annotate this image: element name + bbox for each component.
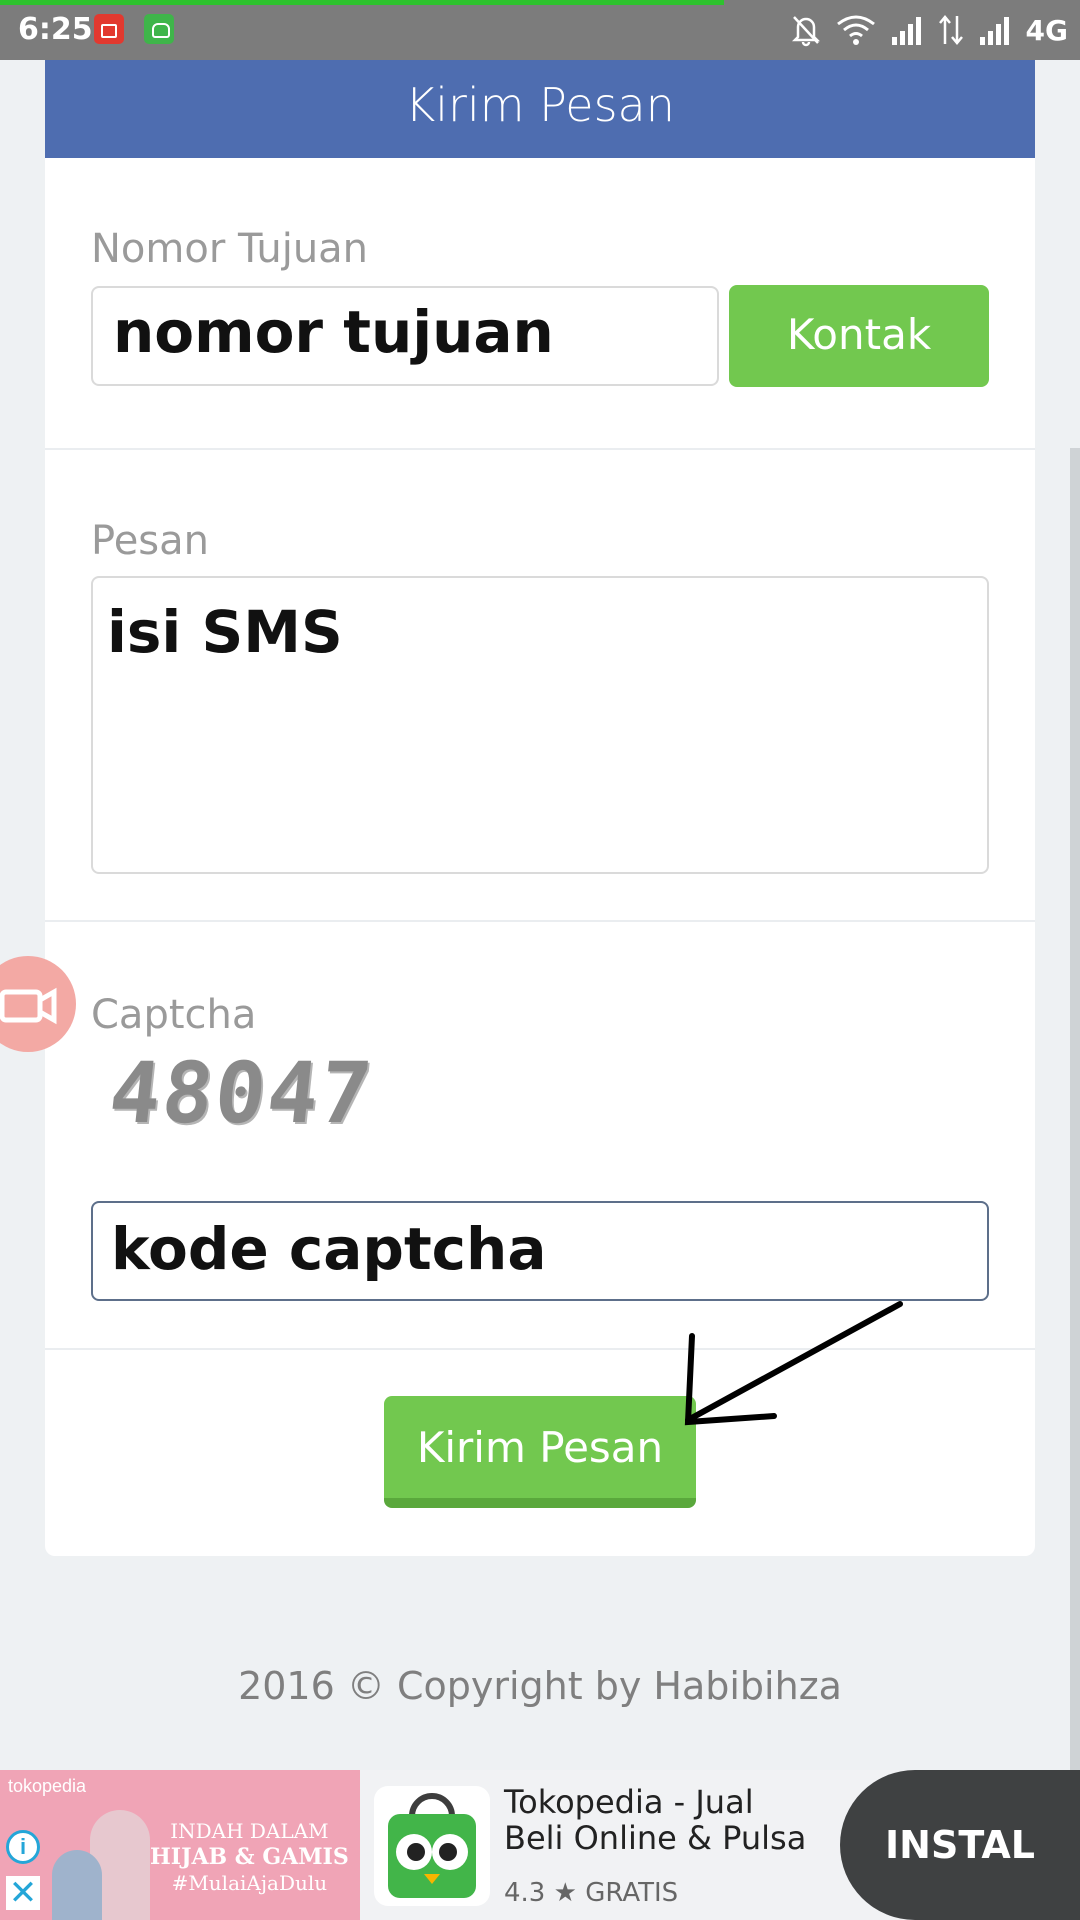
ad-price: GRATIS <box>585 1878 679 1908</box>
signal-icon-sim1 <box>891 17 921 45</box>
signal-icon-sim2 <box>979 17 1009 45</box>
ad-model-figure <box>52 1850 102 1920</box>
ad-rating: 4.3 ★ GRATIS <box>504 1878 678 1908</box>
ad-rating-value: 4.3 <box>504 1878 546 1908</box>
screen-recorder-notification-icon <box>94 14 124 44</box>
ad-close-icon[interactable]: ✕ <box>6 1876 40 1910</box>
annotation-arrow <box>684 1301 903 1426</box>
form-header-title: Kirim Pesan <box>45 60 1035 158</box>
status-icons: 4G <box>790 12 1068 48</box>
status-time: 6:25 <box>18 12 93 47</box>
captcha-label: Captcha <box>91 992 257 1038</box>
ad-title-line1: Tokopedia - Jual <box>504 1783 754 1821</box>
star-icon: ★ <box>553 1878 577 1908</box>
tokopedia-app-icon[interactable] <box>374 1786 490 1906</box>
status-bar: 6:25 4G <box>0 0 1080 60</box>
app-notification-icon <box>144 14 174 44</box>
ad-image-brand: tokopedia <box>8 1776 87 1796</box>
captcha-image: 48047 <box>104 1044 379 1142</box>
muted-bell-icon <box>791 16 820 47</box>
ad-info-icon[interactable]: i <box>6 1830 40 1864</box>
ad-image-promo: INDAH DALAM HIJAB & GAMIS #MulaiAjaDulu <box>150 1818 349 1896</box>
wifi-icon <box>836 15 875 45</box>
network-type: 4G <box>1025 13 1068 47</box>
contact-button[interactable]: Kontak <box>729 285 989 387</box>
data-transfer-icon <box>938 15 963 45</box>
message-textarea[interactable]: isi SMS <box>91 576 989 874</box>
ad-banner[interactable]: tokopedia INDAH DALAM HIJAB & GAMIS #Mul… <box>0 1770 1080 1920</box>
recipient-label: Nomor Tujuan <box>91 226 369 272</box>
message-label: Pesan <box>91 518 210 564</box>
ad-promo-line2: HIJAB & GAMIS <box>150 1844 349 1870</box>
video-camera-icon <box>0 987 57 1025</box>
divider <box>45 448 1035 450</box>
page-load-progress <box>0 0 724 5</box>
ad-image[interactable]: tokopedia INDAH DALAM HIJAB & GAMIS #Mul… <box>0 1770 360 1920</box>
install-button[interactable]: INSTAL <box>840 1770 1080 1920</box>
ad-title[interactable]: Tokopedia - Jual Beli Online & Pulsa <box>504 1784 806 1856</box>
copyright-text: 2016 © Copyright by Habibihza <box>238 1664 842 1708</box>
scrollbar[interactable] <box>1070 448 1080 1770</box>
ad-promo-line1: INDAH DALAM <box>170 1819 329 1843</box>
divider <box>45 920 1035 922</box>
captcha-input[interactable]: kode captcha <box>91 1201 989 1301</box>
ad-title-line2: Beli Online & Pulsa <box>504 1819 807 1857</box>
screen-recorder-bubble[interactable] <box>0 956 76 1052</box>
recipient-number-input[interactable]: nomor tujuan <box>91 286 719 386</box>
send-message-button[interactable]: Kirim Pesan <box>384 1396 696 1508</box>
ad-promo-line3: #MulaiAjaDulu <box>171 1871 328 1895</box>
